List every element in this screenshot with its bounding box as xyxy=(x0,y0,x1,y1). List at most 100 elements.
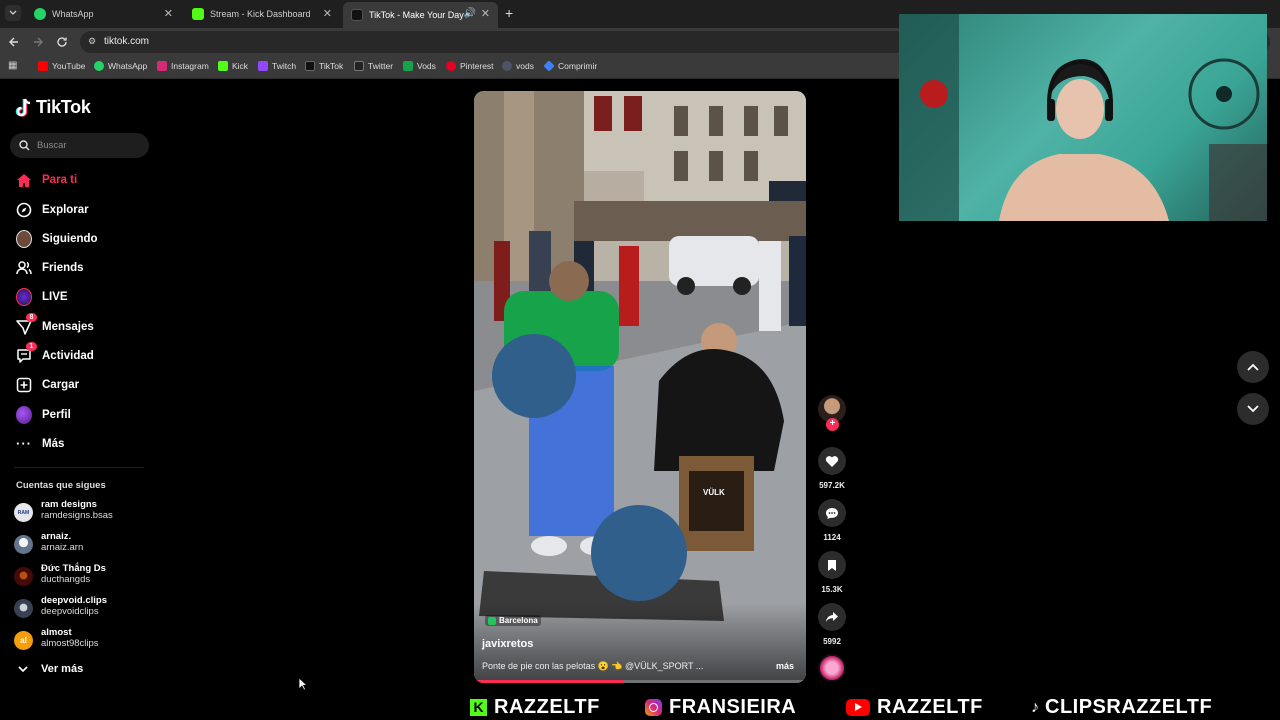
video-progress-fill xyxy=(474,680,624,683)
following-account[interactable]: Đức Thắng Ds ducthangds xyxy=(14,563,106,586)
next-video-button[interactable] xyxy=(1237,393,1269,425)
site-info-icon[interactable]: ⚙ xyxy=(88,36,96,47)
bookmark-label: Twitter xyxy=(368,61,394,71)
nav-live[interactable]: LIVE xyxy=(16,288,68,306)
share-button[interactable]: 5992 xyxy=(818,603,846,646)
compass-icon xyxy=(16,202,32,218)
youtube-icon xyxy=(846,699,870,716)
nav-cargar[interactable]: Cargar xyxy=(16,377,79,393)
bookmark-label: vods xyxy=(516,61,534,71)
share-count: 5992 xyxy=(823,637,841,646)
see-more-button[interactable]: Ver más xyxy=(18,663,83,675)
bookmark-twitch[interactable]: Twitch xyxy=(258,61,296,71)
arrow-left-icon xyxy=(9,37,18,47)
home-icon xyxy=(16,172,32,188)
bookmark-vods-2[interactable]: vods xyxy=(502,61,534,71)
pinterest-icon xyxy=(446,61,456,71)
banner-label: CLIPSRAZZELTF xyxy=(1045,696,1213,718)
forward-button[interactable] xyxy=(32,35,46,49)
close-icon[interactable]: ✕ xyxy=(164,8,173,20)
close-icon[interactable]: ✕ xyxy=(481,8,490,20)
bookmark-twitter[interactable]: Twitter xyxy=(354,61,393,71)
more-icon: ··· xyxy=(16,436,32,451)
banner-label: FRANSIEIRA xyxy=(669,696,797,718)
vods-icon xyxy=(502,61,512,71)
creator-avatar[interactable]: + xyxy=(818,395,846,431)
tab-kick-dashboard[interactable]: Stream - Kick Dashboard ✕ xyxy=(184,0,340,28)
new-tab-button[interactable]: + xyxy=(505,5,513,21)
following-account[interactable]: deepvoid.clips deepvoidclips xyxy=(14,595,107,618)
compress-icon xyxy=(543,60,555,72)
search-box[interactable]: Buscar xyxy=(10,133,149,158)
banner-item-tiktok: ♪ CLIPSRAZZELTF xyxy=(1031,696,1212,719)
tab-search-chevron-icon[interactable] xyxy=(5,5,21,21)
webcam-overlay xyxy=(899,14,1267,221)
nav-friends[interactable]: Friends xyxy=(16,260,84,276)
bookmark-vods[interactable]: Vods xyxy=(403,61,436,71)
following-account[interactable]: arnaiz. arnaiz.arn xyxy=(14,531,83,554)
bookmark-label: TikTok xyxy=(319,61,344,71)
instagram-icon xyxy=(645,699,662,716)
tiktok-logo[interactable]: TikTok xyxy=(15,97,91,118)
nav-para-ti[interactable]: Para ti xyxy=(16,172,77,188)
previous-video-button[interactable] xyxy=(1237,351,1269,383)
bookmark-pinterest[interactable]: Pinterest xyxy=(446,61,494,71)
bookmark-youtube[interactable]: YouTube xyxy=(38,61,85,71)
location-tag[interactable]: Barcelona xyxy=(485,615,541,626)
vods-icon xyxy=(403,61,413,71)
box-logo: VÜLK xyxy=(703,488,725,497)
back-button[interactable] xyxy=(8,35,22,49)
bookmark-whatsapp[interactable]: WhatsApp xyxy=(94,61,147,71)
avatar xyxy=(14,599,33,618)
following-account[interactable]: al almost almost98clips xyxy=(14,627,99,650)
nav-mas[interactable]: ··· Más xyxy=(16,436,64,452)
close-icon[interactable]: ✕ xyxy=(323,8,332,20)
nav-mensajes[interactable]: 8 Mensajes xyxy=(16,313,94,335)
like-button[interactable]: 597.2K xyxy=(818,447,846,490)
bookmark-label: Comprimir xyxy=(558,61,598,71)
video-progress-track[interactable] xyxy=(474,680,806,683)
comment-icon xyxy=(826,507,838,519)
nav-label: Explorar xyxy=(42,204,89,216)
nav-label: Friends xyxy=(42,262,84,274)
tab-whatsapp[interactable]: WhatsApp ✕ xyxy=(26,0,181,28)
video-author[interactable]: javixretos xyxy=(482,638,533,650)
reload-button[interactable] xyxy=(56,35,70,49)
webcam-scene xyxy=(899,14,1267,221)
bookmark-icon xyxy=(828,559,836,571)
nav-perfil[interactable]: Perfil xyxy=(16,406,71,424)
bookmark-label: Twitch xyxy=(272,61,297,71)
bookmark-label: Pinterest xyxy=(460,61,494,71)
nav-label: Actividad xyxy=(42,350,94,362)
tab-title: WhatsApp xyxy=(52,9,94,19)
apps-grid-icon[interactable]: ▦ xyxy=(8,60,17,71)
kick-icon xyxy=(218,61,228,71)
bookmark-label: Instagram xyxy=(171,61,209,71)
tab-tiktok[interactable]: TikTok - Make Your Day 🔊 ✕ xyxy=(343,2,498,28)
banner-label: RAZZELTF xyxy=(877,696,983,718)
caption-more-link[interactable]: más xyxy=(776,661,794,671)
video-caption: Ponte de pie con las pelotas 😮 👈 @VÜLK_S… xyxy=(482,661,704,671)
account-handle: ducthangds xyxy=(41,574,91,585)
bookmark-kick[interactable]: Kick xyxy=(218,61,248,71)
save-button[interactable]: 15.3K xyxy=(818,551,846,594)
nav-actividad[interactable]: 1 Actividad xyxy=(16,342,94,364)
bookmark-comprimir[interactable]: Comprimir xyxy=(543,60,598,72)
bookmark-label: WhatsApp xyxy=(108,61,148,71)
music-disc[interactable] xyxy=(818,654,846,682)
arrow-right-icon xyxy=(34,37,43,47)
bookmark-tiktok[interactable]: TikTok xyxy=(305,61,343,71)
comment-button[interactable]: 1124 xyxy=(818,499,846,542)
nav-explorar[interactable]: Explorar xyxy=(16,202,89,218)
nav-label: Cargar xyxy=(42,379,80,391)
messages-icon: 8 xyxy=(16,313,37,335)
nav-siguiendo[interactable]: Siguiendo xyxy=(16,230,98,248)
video-frame xyxy=(474,91,806,683)
speaker-icon[interactable]: 🔊 xyxy=(464,8,476,19)
bookmark-instagram[interactable]: Instagram xyxy=(157,61,209,71)
account-handle: ramdesigns.bsas xyxy=(41,510,113,521)
video-player[interactable]: VÜLK Barcelona javixretos Ponte de pie c… xyxy=(474,91,806,683)
nav-label: Siguiendo xyxy=(42,233,98,245)
follow-plus-icon[interactable]: + xyxy=(826,418,839,431)
following-account[interactable]: RAM ram designs ramdesigns.bsas xyxy=(14,499,113,522)
